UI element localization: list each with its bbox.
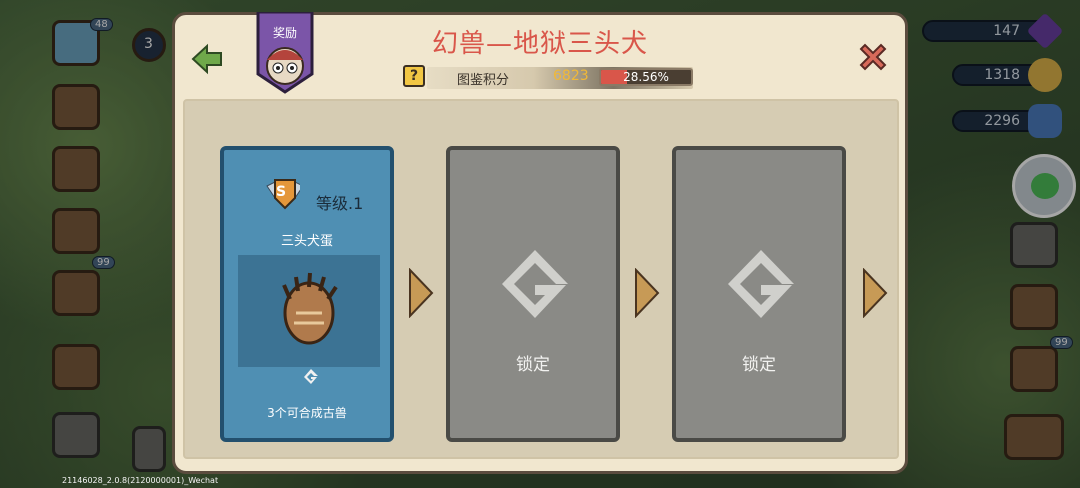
codex-progress-text: 28.56% [623,70,669,84]
codex-score-bar: ? 图鉴积分 6823 28.56% [403,65,693,91]
card-name: 三头犬蛋 [280,234,333,249]
rank-letter: S [276,184,287,200]
version-text: 21146028_2.0.8(2120000001)_Wechat [62,476,219,485]
merge-icon [304,369,318,384]
stage-card-egg[interactable]: S 等级.1 三头犬蛋 3个可合成古兽 [220,146,394,442]
reward-label: 奖励 [272,26,297,40]
stage-card-locked-2[interactable]: 锁定 [672,146,846,442]
three-headed-dog-egg-icon [282,272,338,345]
codex-progress-bar: 28.56% [599,68,693,86]
arrow-right-icon [863,268,888,318]
codex-score: 6823 [553,68,589,84]
arrow-right-icon [409,268,434,318]
question-icon[interactable]: ? [403,65,425,87]
locked-g-icon [728,250,794,318]
stage-card-locked-1[interactable]: 锁定 [446,146,620,442]
back-arrow-icon[interactable] [189,41,225,77]
arrow-right-icon [635,268,660,318]
codex-label: 图鉴积分 [457,73,510,88]
merge-hint: 3个可合成古兽 [267,406,347,420]
egg-image [238,255,380,367]
close-icon[interactable] [855,39,891,75]
level-text: 等级.1 [316,194,364,213]
locked-label: 锁定 [742,355,776,375]
reward-banner[interactable]: 奖励 [254,10,316,94]
locked-g-icon [502,250,568,318]
locked-label: 锁定 [516,355,550,375]
